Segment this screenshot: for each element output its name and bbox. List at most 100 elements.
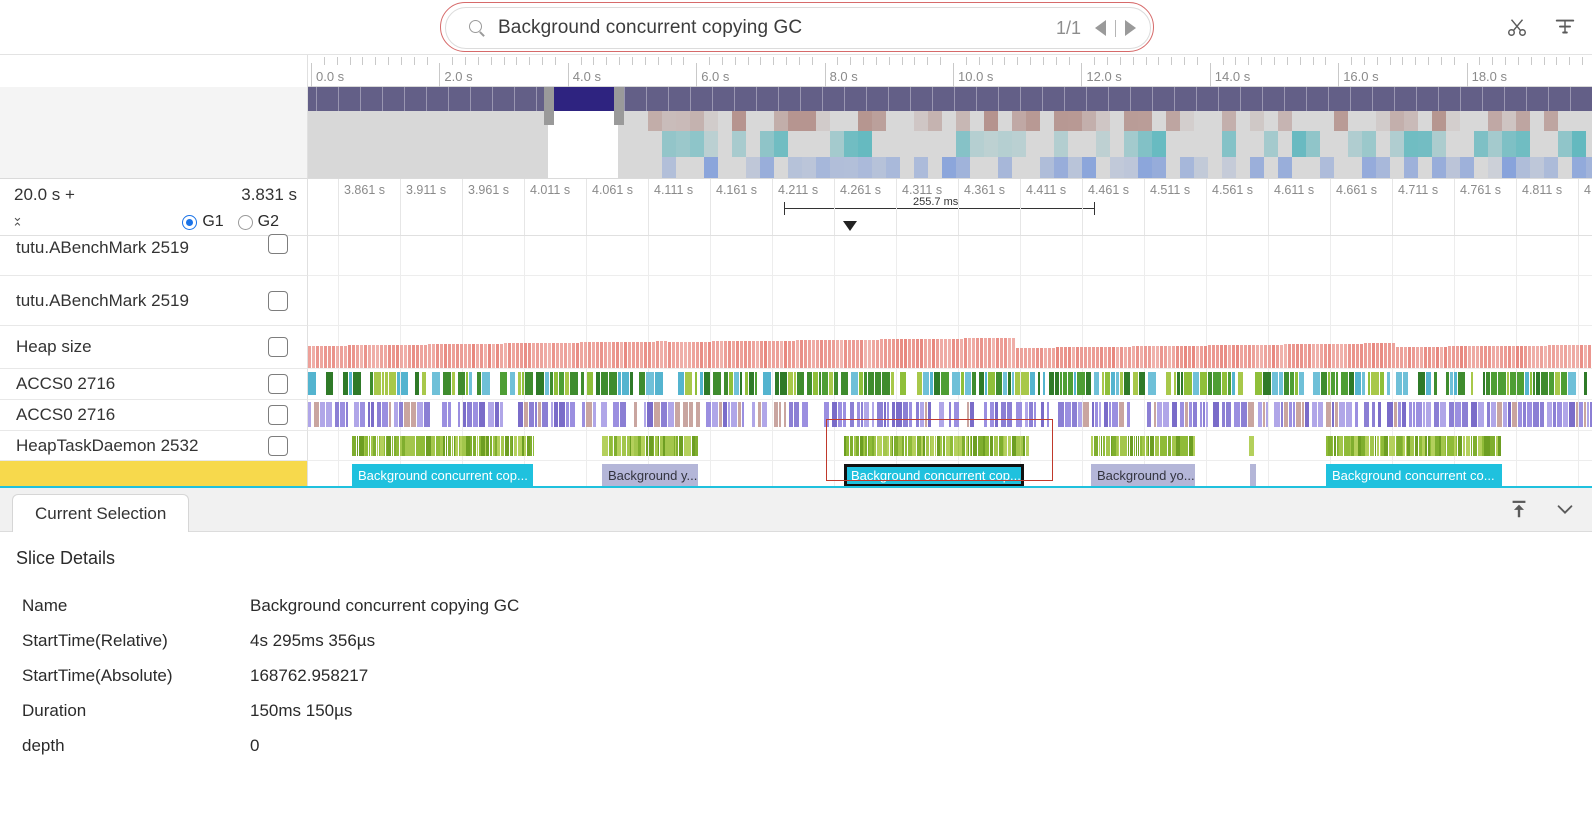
heaptask-activity-bar [973, 436, 977, 456]
collapse-up-icon[interactable] [1508, 498, 1530, 520]
heap-size-bar [332, 346, 335, 368]
filter-icon[interactable] [1554, 16, 1576, 38]
cpu-activity-bar [1279, 372, 1283, 395]
thread-activity-bar [340, 402, 345, 427]
heap-size-bar [764, 341, 767, 368]
cpu-activity-bar [695, 372, 697, 395]
slice-selected[interactable]: Background concurrent cop... [844, 464, 1024, 486]
main-time-ruler[interactable]: 0.0 s2.0 s4.0 s6.0 s8.0 s10.0 s12.0 s14.… [308, 55, 1592, 87]
overview-activity-cell [1096, 111, 1110, 131]
cpu-activity-bar [775, 372, 779, 395]
heap-size-bar [564, 343, 567, 368]
track-checkbox[interactable] [268, 291, 288, 311]
playhead-marker[interactable] [843, 221, 857, 231]
next-match-button[interactable] [1125, 20, 1136, 36]
detail-ruler-tick-label: 4.011 s [530, 183, 570, 197]
track-label-row[interactable]: tutu.ABenchMark 2519 [0, 236, 308, 276]
detail-row: Duration150ms 150µs [22, 693, 519, 728]
track-row[interactable] [308, 326, 1592, 369]
heap-size-bar [792, 341, 795, 368]
cpu-activity-bar [559, 372, 564, 395]
overview-activity-cell [1180, 157, 1194, 179]
thread-activity-bar [925, 402, 927, 427]
cpu-activity-bar [452, 372, 455, 395]
heap-size-bar [1568, 345, 1571, 368]
overview-activity-cell [676, 111, 690, 131]
search-box[interactable]: Background concurrent copying GC 1/1 [445, 7, 1151, 49]
track-label-row[interactable]: ACCS0 2716 [0, 400, 308, 431]
heap-size-bar [388, 345, 391, 368]
track-row[interactable] [308, 276, 1592, 326]
cpu-activity-bar [536, 372, 544, 395]
thread-activity-bar [1402, 402, 1406, 427]
cpu-activity-bar [780, 372, 787, 395]
search-input[interactable]: Background concurrent copying GC [498, 17, 1056, 39]
overview-activity-cell [662, 157, 676, 179]
ruler-minor-tick [1030, 57, 1031, 65]
heap-size-bar [776, 341, 779, 368]
track-label-row[interactable]: ACCS0 2716 [0, 369, 308, 400]
heap-size-bar [1296, 344, 1299, 368]
track-label-row[interactable]: Heap size [0, 326, 308, 369]
overview-gridline [668, 87, 669, 111]
cpu-activity-bar [934, 372, 940, 395]
track-row[interactable] [308, 400, 1592, 431]
slice[interactable]: Background concurrent cop... [352, 464, 533, 486]
detail-time-ruler[interactable]: 255.7 ms 3.861 s3.911 s3.961 s4.011 s4.0… [308, 179, 1592, 236]
track-content-area[interactable]: Background concurrent cop... Background y… [308, 236, 1592, 486]
thread-activity-bar [1346, 402, 1352, 427]
track-checkbox[interactable] [268, 337, 288, 357]
thread-activity-bar [620, 402, 626, 427]
track-row[interactable] [308, 369, 1592, 400]
previous-match-button[interactable] [1095, 20, 1106, 36]
slice[interactable]: Background yo... [1091, 464, 1195, 486]
slice[interactable]: Background concurrent co... [1326, 464, 1502, 486]
track-checkbox[interactable] [268, 374, 288, 394]
slice[interactable]: Background y... [602, 464, 698, 486]
heaptask-activity-bar [1403, 436, 1405, 456]
ruler-minor-tick [1261, 57, 1262, 65]
heap-size-bar [1484, 346, 1487, 368]
slice[interactable] [1250, 464, 1256, 486]
heaptask-activity-bar [392, 436, 393, 456]
radio-g1[interactable]: G1 [182, 213, 223, 231]
heap-size-bar [1292, 344, 1295, 368]
track-label-row[interactable]: tutu.ABenchMark 2519 [0, 276, 308, 326]
cpu-activity-bar [1068, 372, 1073, 395]
heap-size-bar [560, 343, 563, 368]
heap-size-bar [324, 346, 327, 368]
overview-minimap[interactable] [308, 87, 1592, 179]
cpu-activity-bar [1177, 372, 1180, 395]
tab-current-selection[interactable]: Current Selection [12, 494, 189, 532]
heap-size-bar [1384, 343, 1387, 368]
overview-handle-left[interactable] [544, 87, 554, 125]
overview-gridline [1504, 87, 1505, 111]
heap-size-bar [1468, 346, 1471, 368]
radio-g2[interactable]: G2 [238, 213, 279, 231]
chevron-down-icon[interactable] [1554, 498, 1576, 520]
thread-activity-bar [360, 402, 365, 427]
thread-activity-bar [668, 402, 674, 427]
heaptask-activity-bar [1118, 436, 1119, 456]
heap-size-bar [680, 342, 683, 368]
scissors-icon[interactable] [1506, 16, 1528, 38]
ruler-tick-label: 8.0 s [825, 69, 858, 84]
heaptask-activity-bar [1148, 436, 1149, 456]
overview-activity-cell [802, 157, 816, 179]
overview-handle-right[interactable] [614, 87, 624, 125]
thread-activity-bar [644, 402, 646, 427]
track-row[interactable]: Background concurrent cop... Background y… [308, 461, 1592, 486]
track-checkbox[interactable] [268, 405, 288, 425]
track-row[interactable] [308, 236, 1592, 276]
thread-activity-bar [683, 402, 688, 427]
thread-activity-bar [928, 402, 931, 427]
track-checkbox[interactable] [268, 436, 288, 456]
track-label-row[interactable]: HeapTaskDaemon 2532 [0, 431, 308, 461]
ruler-minor-tick [914, 57, 915, 65]
thread-activity-bar [417, 402, 423, 427]
track-checkbox[interactable] [268, 234, 288, 254]
track-row[interactable] [308, 431, 1592, 461]
chevron-up-icon[interactable]: ⌃ [12, 222, 28, 233]
heaptask-activity-bar [985, 436, 989, 456]
heaptask-activity-bar [473, 436, 476, 456]
